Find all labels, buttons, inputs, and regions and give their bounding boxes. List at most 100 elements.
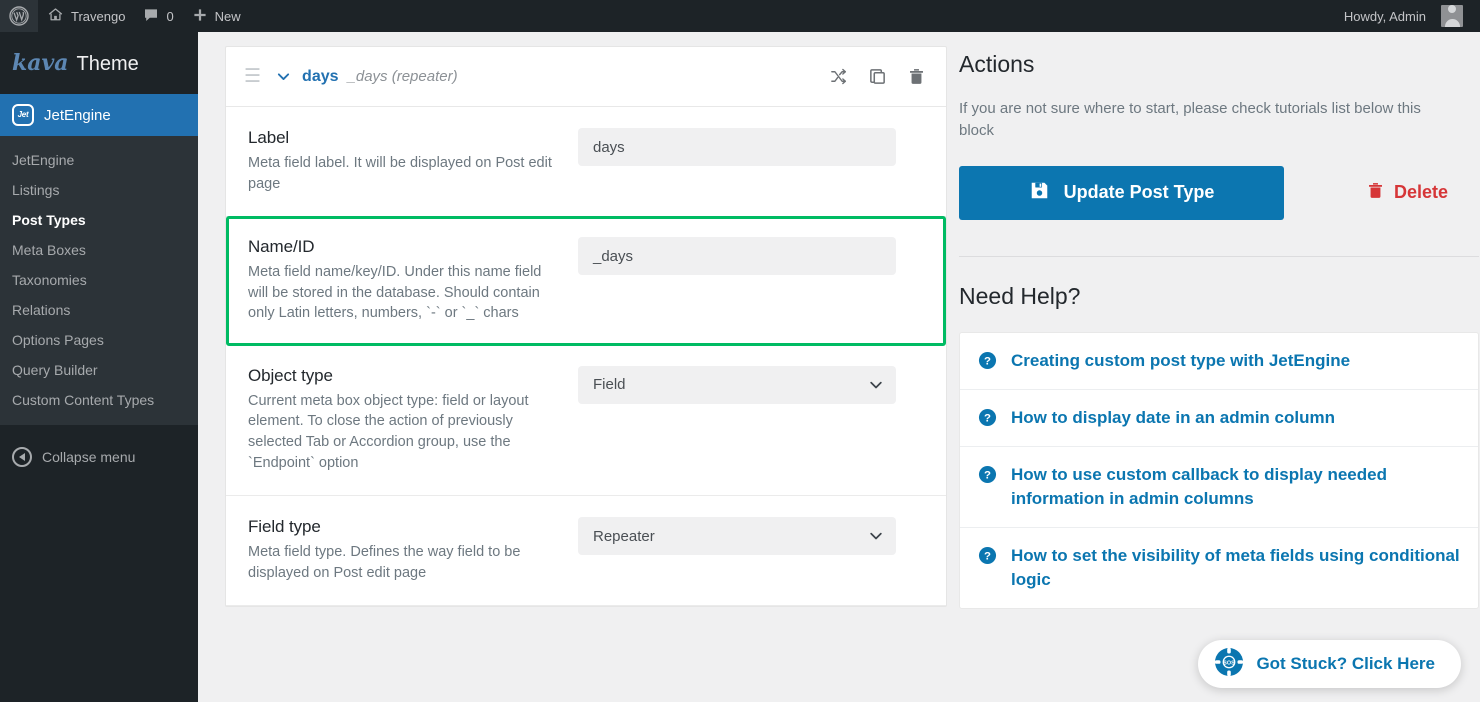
account-menu[interactable]: Howdy, Admin (1335, 0, 1472, 32)
object-type-select-value: Field (593, 376, 626, 394)
question-circle-icon: ? (978, 351, 997, 370)
panel-divider (959, 255, 1479, 257)
theme-brand: kava Theme (0, 32, 198, 94)
help-links-list: ? Creating custom post type with JetEngi… (959, 331, 1479, 610)
site-name-label: Travengo (71, 8, 126, 24)
admin-bar: Travengo 0 New Howdy, Admin (0, 0, 1480, 32)
field-row-name-id-title: Name/ID (248, 237, 315, 257)
delete-post-type-button[interactable]: Delete (1360, 180, 1454, 206)
svg-text:SOS: SOS (1224, 660, 1236, 666)
field-row-name-id-desc: Meta field name/key/ID. Under this name … (248, 264, 542, 322)
jetengine-icon: Jet (12, 104, 34, 126)
collapse-arrow-icon (12, 447, 32, 467)
wordpress-logo-icon (9, 6, 29, 26)
comments-menu[interactable]: 0 (134, 0, 182, 32)
svg-text:?: ? (984, 412, 991, 424)
sidebar-item-options-pages[interactable]: Options Pages (0, 325, 198, 355)
name-id-input-value: _days (593, 247, 634, 265)
new-content-menu[interactable]: New (183, 0, 250, 32)
sidebar-item-listings[interactable]: Listings (0, 175, 198, 205)
field-row-field-type-title: Field type (248, 517, 321, 537)
object-type-select[interactable]: Field (578, 365, 896, 404)
shuffle-icon[interactable] (829, 67, 848, 86)
field-row-object-type-left: Object type Current meta box object type… (248, 365, 578, 473)
svg-text:?: ? (984, 355, 991, 367)
question-circle-icon: ? (978, 546, 997, 565)
duplicate-icon[interactable] (868, 67, 887, 86)
need-help-title: Need Help? (959, 282, 1081, 309)
admin-bar-right: Howdy, Admin (1335, 0, 1480, 32)
help-link-custom-callback-admin-columns[interactable]: ? How to use custom callback to display … (960, 447, 1478, 528)
help-link-label: How to display date in an admin column (1011, 407, 1335, 427)
howdy-label: Howdy, Admin (1343, 8, 1426, 24)
actions-buttons: Update Post Type Delete (959, 165, 1479, 220)
field-row-label: Label Meta field label. It will be displ… (226, 107, 946, 218)
new-content-label: New (214, 8, 241, 24)
field-row-label-title: Label (248, 128, 290, 147)
actions-title: Actions (959, 51, 1035, 77)
help-link-visibility-conditional-logic[interactable]: ? How to set the visibility of meta fiel… (960, 528, 1478, 608)
meta-field-card-header: ☰ days _days (repeater) (226, 47, 946, 107)
meta-fields-column: ☰ days _days (repeater) Label Meta field… (225, 46, 947, 702)
field-type-select-value: Repeater (593, 527, 655, 545)
field-row-field-type-desc: Meta field type. Defines the way field t… (248, 544, 521, 581)
field-row-label-left: Label Meta field label. It will be displ… (248, 127, 578, 194)
chevron-down-icon[interactable] (275, 68, 292, 85)
meta-field-subtitle: _days (repeater) (347, 68, 458, 85)
help-link-label: Creating custom post type with JetEngine (1011, 350, 1351, 370)
field-row-name-id: Name/ID Meta field name/key/ID. Under th… (226, 216, 946, 346)
sidebar-submenu: JetEngine Listings Post Types Meta Boxes… (0, 136, 198, 425)
field-type-select[interactable]: Repeater (578, 517, 896, 556)
label-input-value: days (593, 138, 625, 156)
help-link-label: How to use custom callback to display ne… (1011, 464, 1387, 508)
sidebar-item-jetengine-label: JetEngine (44, 106, 111, 124)
actions-description: If you are not sure where to start, plea… (959, 100, 1421, 139)
question-circle-icon: ? (978, 408, 997, 427)
sidebar-item-post-types[interactable]: Post Types (0, 205, 198, 235)
collapse-menu-label: Collapse menu (42, 449, 136, 465)
sidebar-item-jetengine[interactable]: Jet JetEngine (0, 94, 198, 136)
field-row-object-type-title: Object type (248, 365, 333, 385)
field-row-object-type-right: Field (578, 365, 924, 473)
lifebuoy-sos-icon: SOS (1214, 647, 1244, 682)
admin-sidebar: kava Theme Jet JetEngine JetEngine Listi… (0, 32, 198, 702)
drag-handle-icon[interactable]: ☰ (244, 67, 261, 86)
svg-text:?: ? (984, 469, 991, 481)
brand-name: kava (12, 50, 69, 76)
user-avatar-icon (1441, 5, 1463, 27)
trash-icon[interactable] (907, 67, 926, 86)
field-row-name-id-right: _days (578, 236, 924, 324)
got-stuck-support-button[interactable]: SOS Got Stuck? Click Here (1198, 640, 1461, 688)
meta-field-card: ☰ days _days (repeater) Label Meta field… (225, 46, 947, 608)
trash-icon (1366, 181, 1385, 205)
label-input[interactable]: days (578, 128, 896, 166)
side-panel: Actions If you are not sure where to sta… (959, 46, 1479, 702)
save-floppy-icon (1029, 180, 1050, 206)
sidebar-item-jetengine-sub[interactable]: JetEngine (0, 145, 198, 175)
sidebar-item-relations[interactable]: Relations (0, 295, 198, 325)
collapse-menu-button[interactable]: Collapse menu (0, 431, 198, 483)
chevron-down-icon (867, 376, 885, 394)
content-area: ☰ days _days (repeater) Label Meta field… (198, 32, 1480, 702)
help-link-display-date-admin-column[interactable]: ? How to display date in an admin column (960, 390, 1478, 447)
name-id-input[interactable]: _days (578, 237, 896, 276)
field-row-label-desc: Meta field label. It will be displayed o… (248, 155, 552, 192)
sidebar-item-custom-content-types[interactable]: Custom Content Types (0, 385, 198, 415)
admin-bar-left: Travengo 0 New (0, 0, 250, 32)
comment-bubble-icon (143, 7, 159, 26)
sidebar-item-query-builder[interactable]: Query Builder (0, 355, 198, 385)
field-row-object-type: Object type Current meta box object type… (226, 345, 946, 497)
plus-icon (192, 7, 208, 26)
field-row-object-type-desc: Current meta box object type: field or l… (248, 392, 529, 471)
sidebar-item-taxonomies[interactable]: Taxonomies (0, 265, 198, 295)
wordpress-logo-menu[interactable] (0, 0, 38, 32)
help-link-creating-custom-post-type[interactable]: ? Creating custom post type with JetEngi… (960, 333, 1478, 390)
site-name-menu[interactable]: Travengo (38, 0, 134, 32)
meta-field-card-actions (829, 67, 926, 86)
delete-post-type-label: Delete (1394, 182, 1449, 202)
sidebar-item-meta-boxes[interactable]: Meta Boxes (0, 235, 198, 265)
home-icon (47, 6, 64, 26)
field-row-field-type-right: Repeater (578, 516, 924, 583)
field-row-name-id-left: Name/ID Meta field name/key/ID. Under th… (248, 236, 578, 324)
update-post-type-button[interactable]: Update Post Type (959, 165, 1284, 220)
